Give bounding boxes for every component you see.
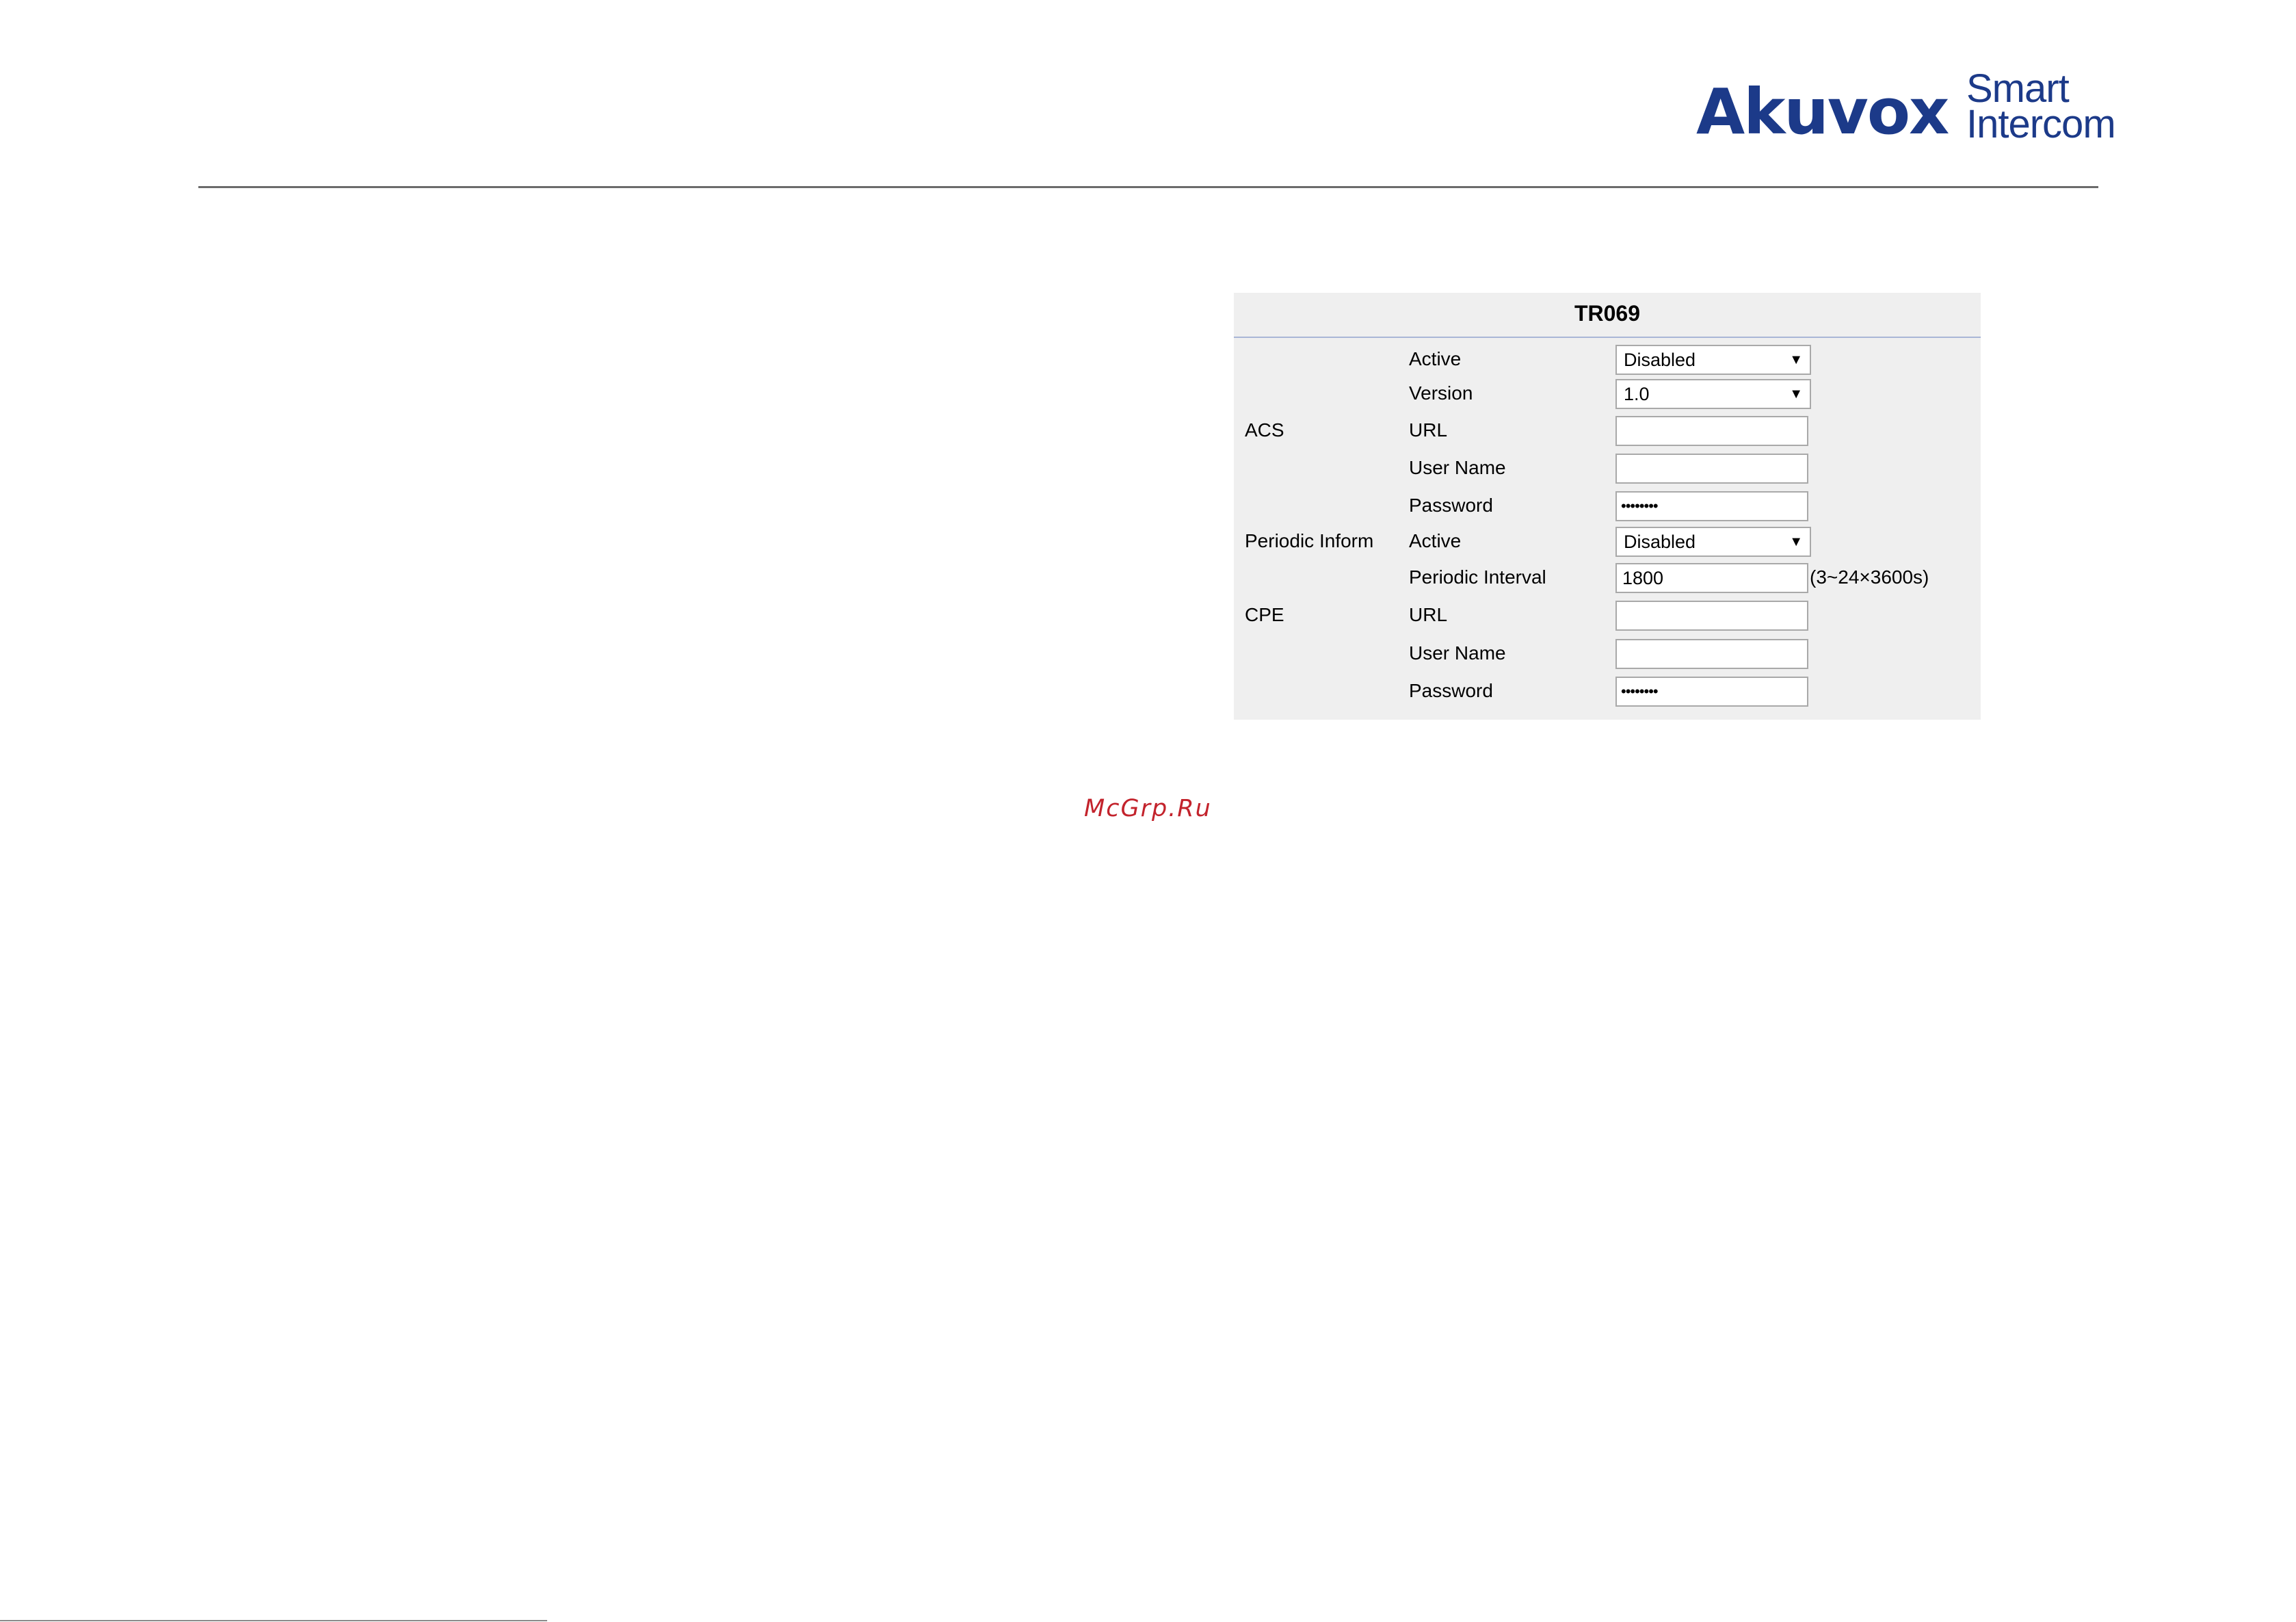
periodic-active-select[interactable]: Disabled ▼ [1615,527,1811,557]
row-cpe-password: Password •••••••• [1234,672,1981,709]
acs-active-select[interactable]: Disabled ▼ [1615,345,1811,375]
field-label-user-name: User Name [1409,642,1506,664]
field-label-url: URL [1409,419,1448,441]
row-periodic-interval: Periodic Interval 1800 (3~24×3600s) [1234,559,1981,596]
group-label-acs: ACS [1245,419,1284,441]
caret-down-icon: ▼ [1789,387,1803,402]
acs-version-select[interactable]: 1.0 ▼ [1615,379,1811,409]
logo-brand: Akuvox [1696,75,1949,148]
field-label-version: Version [1409,382,1473,404]
cpe-username-input[interactable] [1615,639,1808,669]
periodic-interval-input[interactable]: 1800 [1615,563,1808,593]
footer-divider [0,1620,547,1621]
field-label-active: Active [1409,530,1462,551]
row-cpe-username: User Name [1234,635,1981,672]
group-label-periodic-inform: Periodic Inform [1245,530,1374,551]
interval-range-hint: (3~24×3600s) [1810,566,1929,588]
row-acs-active: Active Disabled ▼ [1234,341,1981,378]
tr069-settings-panel: TR069 Active Disabled ▼ Version 1.0 ▼ AC… [1234,293,1981,720]
watermark-text: McGrp.Ru [1084,795,1212,822]
row-acs-version: Version 1.0 ▼ [1234,375,1981,412]
row-acs-url: ACS URL [1234,412,1981,449]
field-label-url: URL [1409,604,1448,625]
acs-password-input[interactable]: •••••••• [1615,491,1808,521]
field-label-user-name: User Name [1409,457,1506,478]
field-label-password: Password [1409,495,1493,516]
select-value: Disabled [1624,532,1696,552]
field-label-active: Active [1409,348,1462,369]
field-label-periodic-interval: Periodic Interval [1409,566,1546,588]
acs-username-input[interactable] [1615,454,1808,484]
panel-title: TR069 [1234,293,1981,338]
acs-url-input[interactable] [1615,416,1808,446]
field-label-password: Password [1409,680,1493,701]
row-acs-username: User Name [1234,449,1981,486]
select-value: 1.0 [1624,384,1650,404]
row-acs-password: Password •••••••• [1234,487,1981,524]
row-periodic-active: Periodic Inform Active Disabled ▼ [1234,523,1981,560]
cpe-url-input[interactable] [1615,601,1808,631]
cpe-password-input[interactable]: •••••••• [1615,677,1808,707]
header-divider [198,186,2098,188]
select-value: Disabled [1624,350,1696,370]
row-cpe-url: CPE URL [1234,597,1981,633]
group-label-cpe: CPE [1245,604,1284,625]
logo-tagline-line2: Intercom [1966,102,2116,146]
logo-tagline: Smart Intercom [1966,69,2116,146]
caret-down-icon: ▼ [1789,352,1803,367]
caret-down-icon: ▼ [1789,534,1803,549]
